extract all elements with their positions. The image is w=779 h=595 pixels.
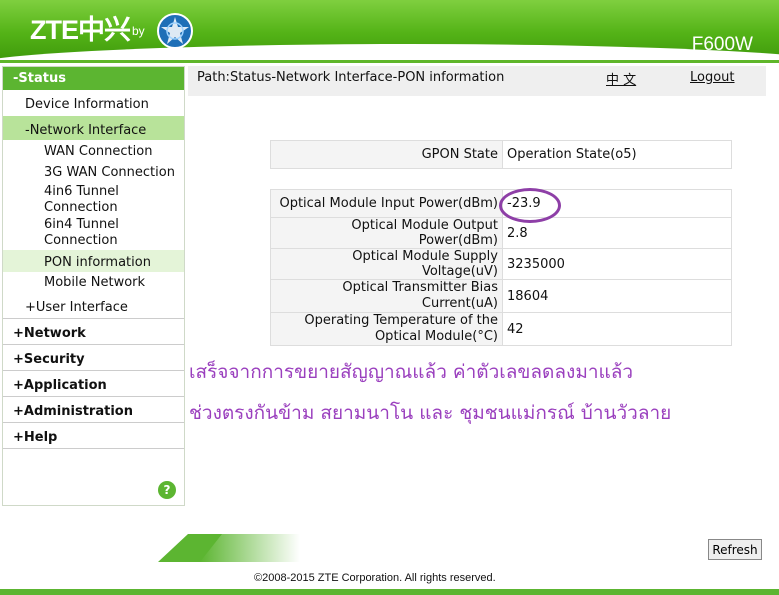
bias-current-value: 18604 bbox=[502, 279, 732, 313]
sidebar-item-4in6-line1: 4in6 Tunnel bbox=[44, 184, 119, 199]
sidebar-item-device-information[interactable]: Device Information bbox=[25, 97, 149, 112]
copyright-text: ©2008-2015 ZTE Corporation. All rights r… bbox=[254, 572, 496, 584]
input-power-label: Optical Module Input Power(dBm) bbox=[270, 189, 503, 218]
gpon-state-value: Operation State(o5) bbox=[502, 140, 732, 169]
header-banner: ZTE中兴 by F600W bbox=[0, 0, 779, 60]
sidebar-item-network-interface[interactable]: -Network Interface bbox=[25, 123, 146, 138]
sidebar-item-4in6-line2: Connection bbox=[44, 200, 118, 215]
sidebar: -Status Device Information -Network Inte… bbox=[2, 66, 185, 506]
sidebar-item-6in4-line1: 6in4 Tunnel bbox=[44, 217, 119, 232]
zte-logo: ZTE中兴 bbox=[30, 15, 131, 45]
sidebar-item-mobile-network[interactable]: Mobile Network bbox=[44, 275, 145, 290]
sidebar-divider bbox=[3, 370, 184, 371]
bias-current-label-line1: Optical Transmitter Bias bbox=[342, 280, 498, 295]
sidebar-item-status-label: -Status bbox=[13, 71, 66, 86]
sidebar-divider bbox=[3, 448, 184, 449]
highlight-circle-annotation bbox=[499, 188, 561, 223]
bottom-bar bbox=[0, 589, 779, 595]
table-row: GPON State Operation State(o5) bbox=[270, 140, 732, 169]
footer-bar-light bbox=[200, 534, 779, 562]
sidebar-item-status[interactable]: -Status bbox=[3, 67, 184, 90]
sidebar-divider bbox=[3, 396, 184, 397]
table-row: Optical Transmitter Bias Current(uA) 186… bbox=[270, 279, 732, 313]
sidebar-item-administration[interactable]: +Administration bbox=[13, 404, 133, 419]
header-divider bbox=[0, 60, 779, 63]
sidebar-item-4in6-tunnel[interactable]: 4in6 Tunnel Connection bbox=[44, 184, 119, 216]
sidebar-divider bbox=[3, 422, 184, 423]
sidebar-item-security[interactable]: +Security bbox=[13, 352, 85, 367]
sidebar-item-6in4-tunnel[interactable]: 6in4 Tunnel Connection bbox=[44, 217, 119, 249]
bias-current-label: Optical Transmitter Bias Current(uA) bbox=[270, 279, 503, 313]
temperature-label: Operating Temperature of the Optical Mod… bbox=[270, 312, 503, 346]
thai-annotation-line1: เสร็จจากการขยายสัญญาณแล้ว ค่าตัวเลขลดลงม… bbox=[189, 361, 634, 383]
sidebar-item-pon-information[interactable]: PON information bbox=[44, 255, 151, 270]
logout-link[interactable]: Logout bbox=[690, 70, 735, 85]
path-bar: Path:Status-Network Interface-PON inform… bbox=[188, 66, 766, 96]
table-row: Optical Module Supply Voltage(uV) 323500… bbox=[270, 248, 732, 280]
sidebar-divider bbox=[3, 344, 184, 345]
model-name: F600W bbox=[691, 34, 753, 55]
sidebar-item-network[interactable]: +Network bbox=[13, 326, 86, 341]
help-icon[interactable]: ? bbox=[158, 481, 176, 499]
sidebar-item-3g-wan-connection[interactable]: 3G WAN Connection bbox=[44, 165, 175, 180]
sidebar-divider bbox=[3, 318, 184, 319]
sidebar-item-help[interactable]: +Help bbox=[13, 430, 57, 445]
by-label: by bbox=[132, 24, 145, 38]
sidebar-item-wan-connection[interactable]: WAN Connection bbox=[44, 144, 152, 159]
output-power-label: Optical Module Output Power(dBm) bbox=[270, 217, 503, 249]
sidebar-item-user-interface[interactable]: +User Interface bbox=[25, 300, 128, 315]
astra-logo-icon bbox=[157, 13, 193, 49]
supply-voltage-label: Optical Module Supply Voltage(uV) bbox=[270, 248, 503, 280]
temperature-value: 42 bbox=[502, 312, 732, 346]
supply-voltage-value: 3235000 bbox=[502, 248, 732, 280]
gpon-state-table: GPON State Operation State(o5) bbox=[270, 140, 732, 169]
gpon-state-label: GPON State bbox=[270, 140, 503, 169]
bias-current-label-line2: Current(uA) bbox=[421, 296, 498, 311]
sidebar-item-application[interactable]: +Application bbox=[13, 378, 107, 393]
breadcrumb: Path:Status-Network Interface-PON inform… bbox=[197, 70, 505, 85]
sidebar-item-6in4-line2: Connection bbox=[44, 233, 118, 248]
refresh-button[interactable]: Refresh bbox=[708, 539, 762, 560]
thai-annotation-line2: ช่วงตรงกันข้าม สยามนาโน และ ชุมชนแม่กรณ์… bbox=[189, 402, 672, 424]
language-link[interactable]: 中 文 bbox=[606, 69, 636, 88]
temperature-label-line1: Operating Temperature of the bbox=[304, 313, 498, 328]
table-row: Optical Module Output Power(dBm) 2.8 bbox=[270, 217, 732, 249]
temperature-label-line2: Optical Module(°C) bbox=[374, 329, 498, 344]
table-row: Operating Temperature of the Optical Mod… bbox=[270, 312, 732, 346]
